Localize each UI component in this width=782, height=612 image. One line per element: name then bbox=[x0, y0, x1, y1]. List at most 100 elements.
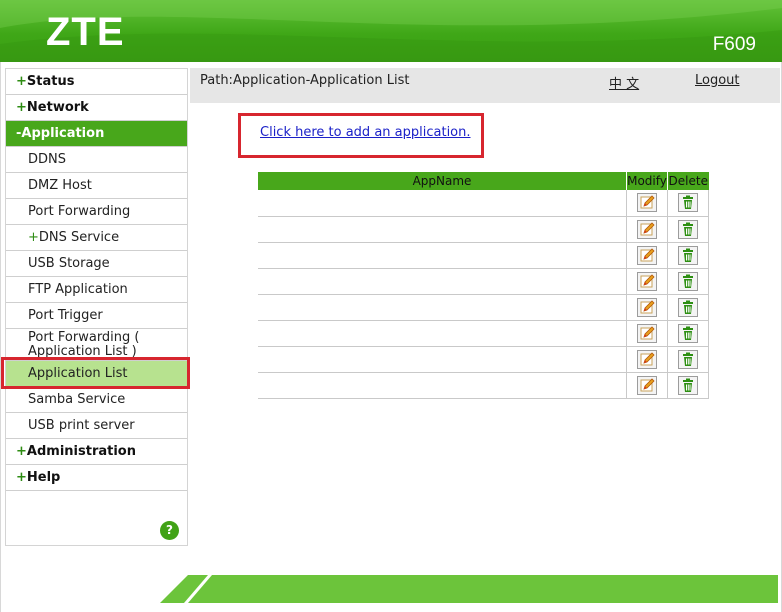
delete-cell bbox=[667, 268, 709, 295]
sidebar-item-ddns[interactable]: DDNS bbox=[6, 147, 187, 173]
delete-cell bbox=[667, 294, 709, 321]
appname-cell bbox=[258, 268, 627, 295]
sidebar-item-label: USB print server bbox=[28, 418, 135, 433]
delete-cell bbox=[667, 216, 709, 243]
table-header-row: AppName Modify Delete bbox=[258, 172, 709, 190]
edit-pencil-icon[interactable] bbox=[637, 271, 657, 291]
sidebar-item-label: Status bbox=[26, 74, 75, 89]
table-body bbox=[258, 190, 709, 399]
delete-cell bbox=[667, 190, 709, 217]
column-header-modify: Modify bbox=[626, 172, 668, 190]
edit-pencil-icon[interactable] bbox=[637, 219, 657, 239]
table-row bbox=[258, 190, 709, 217]
sidebar-item-label: Network bbox=[26, 100, 89, 115]
logout-link[interactable]: Logout bbox=[695, 73, 740, 88]
language-switch-link[interactable]: 中 文 bbox=[609, 73, 639, 92]
help-icon[interactable]: ? bbox=[160, 521, 179, 540]
appname-cell bbox=[258, 320, 627, 347]
appname-cell bbox=[258, 190, 627, 217]
sidebar-item-status[interactable]: +Status bbox=[6, 69, 187, 95]
edit-pencil-icon[interactable] bbox=[637, 193, 657, 213]
table-row bbox=[258, 216, 709, 243]
sidebar-item-label: Port Forwarding bbox=[28, 204, 131, 219]
expand-icon: + bbox=[16, 444, 27, 459]
modify-cell bbox=[626, 216, 668, 243]
delete-cell bbox=[667, 346, 709, 373]
expand-icon: + bbox=[28, 230, 39, 245]
edit-pencil-icon[interactable] bbox=[637, 349, 657, 369]
edit-pencil-icon[interactable] bbox=[637, 245, 657, 265]
breadcrumb: Path:Application-Application List bbox=[200, 73, 410, 88]
trash-bin-icon[interactable] bbox=[678, 323, 698, 343]
table-row bbox=[258, 294, 709, 321]
device-model: F609 bbox=[712, 34, 756, 55]
delete-cell bbox=[667, 242, 709, 269]
modify-cell bbox=[626, 320, 668, 347]
table-row bbox=[258, 268, 709, 295]
delete-cell bbox=[667, 320, 709, 347]
edit-pencil-icon[interactable] bbox=[637, 323, 657, 343]
sidebar-item-label: USB Storage bbox=[28, 256, 110, 271]
appname-cell bbox=[258, 242, 627, 269]
sidebar-item-ftp-application[interactable]: FTP Application bbox=[6, 277, 187, 303]
expand-icon: + bbox=[16, 74, 27, 89]
sidebar-item-dns-service[interactable]: +DNS Service bbox=[6, 225, 187, 251]
sidebar-item-usb-print-server[interactable]: USB print server bbox=[6, 413, 187, 439]
sidebar-item-help[interactable]: +Help bbox=[6, 465, 187, 491]
edit-pencil-icon[interactable] bbox=[637, 375, 657, 395]
sidebar-item-dmz-host[interactable]: DMZ Host bbox=[6, 173, 187, 199]
expand-icon: + bbox=[16, 470, 27, 485]
sidebar-menu: +Status +Network -Application DDNS DMZ Host P… bbox=[5, 68, 188, 546]
sidebar-item-label: Administration bbox=[26, 444, 136, 459]
sidebar-item-label: DMZ Host bbox=[28, 178, 92, 193]
sidebar-item-label: Port Trigger bbox=[28, 308, 103, 323]
sidebar-item-port-trigger[interactable]: Port Trigger bbox=[6, 303, 187, 329]
table-row bbox=[258, 242, 709, 269]
modify-cell bbox=[626, 190, 668, 217]
path-bar: Path:Application-Application List 中 文 Lo… bbox=[190, 68, 780, 103]
table-row bbox=[258, 320, 709, 347]
column-header-appname: AppName bbox=[258, 172, 627, 190]
sidebar-item-label: Samba Service bbox=[28, 392, 126, 407]
application-list-table: AppName Modify Delete bbox=[258, 172, 709, 399]
table-row bbox=[258, 372, 709, 399]
add-application-link[interactable]: Click here to add an application. bbox=[260, 125, 471, 140]
edit-pencil-icon[interactable] bbox=[637, 297, 657, 317]
zte-logo: ZTE bbox=[46, 10, 125, 54]
sidebar-item-port-forwarding[interactable]: Port Forwarding bbox=[6, 199, 187, 225]
highlight-application-list bbox=[1, 357, 190, 389]
trash-bin-icon[interactable] bbox=[678, 245, 698, 265]
sidebar-item-usb-storage[interactable]: USB Storage bbox=[6, 251, 187, 277]
modify-cell bbox=[626, 372, 668, 399]
trash-bin-icon[interactable] bbox=[678, 349, 698, 369]
modify-cell bbox=[626, 242, 668, 269]
sidebar-item-samba-service[interactable]: Samba Service bbox=[6, 387, 187, 413]
appname-cell bbox=[258, 216, 627, 243]
sidebar-item-label: Help bbox=[26, 470, 61, 485]
trash-bin-icon[interactable] bbox=[678, 297, 698, 317]
modify-cell bbox=[626, 346, 668, 373]
sidebar-item-label: FTP Application bbox=[28, 282, 128, 297]
appname-cell bbox=[258, 294, 627, 321]
trash-bin-icon[interactable] bbox=[678, 375, 698, 395]
column-header-delete: Delete bbox=[667, 172, 709, 190]
expand-icon: + bbox=[16, 100, 27, 115]
trash-bin-icon[interactable] bbox=[678, 271, 698, 291]
sidebar-item-label: DNS Service bbox=[38, 230, 120, 245]
footer-banner bbox=[160, 575, 778, 603]
top-banner: ZTE F609 bbox=[0, 0, 782, 62]
sidebar-item-label: Application bbox=[21, 126, 105, 141]
delete-cell bbox=[667, 372, 709, 399]
sidebar-item-network[interactable]: +Network bbox=[6, 95, 187, 121]
appname-cell bbox=[258, 372, 627, 399]
modify-cell bbox=[626, 268, 668, 295]
sidebar-item-label: Port Forwarding ( Application List ) bbox=[28, 330, 140, 359]
trash-bin-icon[interactable] bbox=[678, 193, 698, 213]
sidebar-item-administration[interactable]: +Administration bbox=[6, 439, 187, 465]
appname-cell bbox=[258, 346, 627, 373]
trash-bin-icon[interactable] bbox=[678, 219, 698, 239]
sidebar-item-label: DDNS bbox=[28, 152, 66, 167]
sidebar-item-application[interactable]: -Application bbox=[6, 121, 187, 147]
modify-cell bbox=[626, 294, 668, 321]
table-row bbox=[258, 346, 709, 373]
